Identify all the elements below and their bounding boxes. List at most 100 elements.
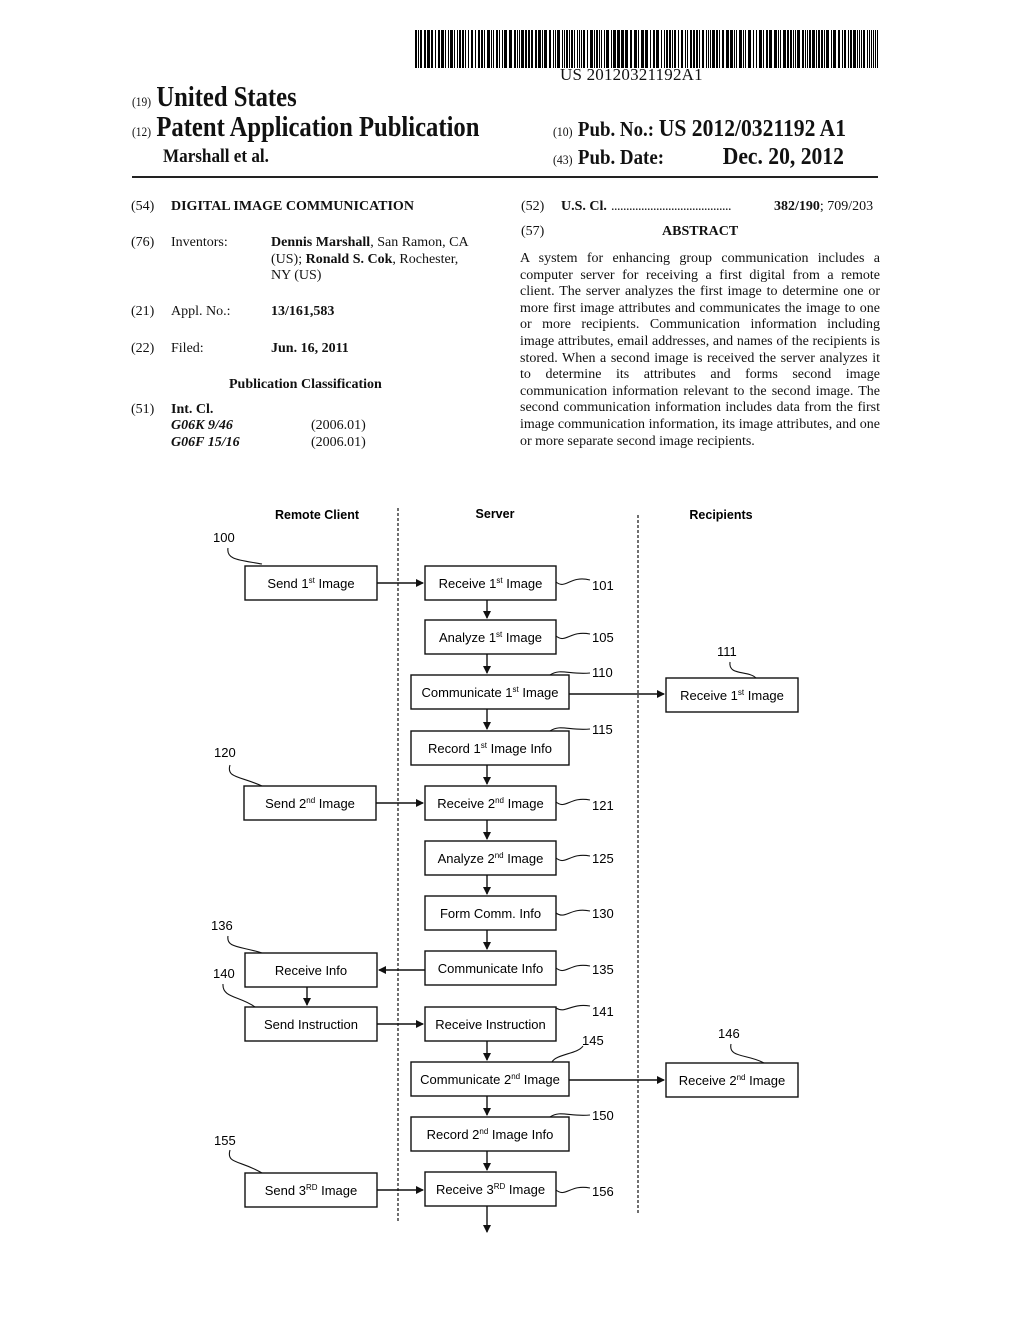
step-label-rest: Image xyxy=(744,688,784,703)
reference-numeral: 110 xyxy=(592,665,613,680)
step-label-superscript: nd xyxy=(479,1127,488,1136)
step-label-main: Send 2 xyxy=(265,796,306,811)
step-label: Analyze 1st Image xyxy=(439,630,542,645)
reference-numeral: 120 xyxy=(214,745,236,760)
step-label-main: Receive 2 xyxy=(679,1073,737,1088)
reference-leader xyxy=(555,632,591,640)
reference-leader xyxy=(555,1004,591,1011)
step-label-main: Form Comm. Info xyxy=(440,906,541,921)
appl-code: (21) xyxy=(131,304,155,319)
step-label-rest: Image Info xyxy=(487,741,552,756)
reference-leader xyxy=(555,798,591,806)
step-label-main: Send 3 xyxy=(265,1183,306,1198)
int-cl-label: Int. Cl. xyxy=(171,402,214,417)
filed-date: Jun. 16, 2011 xyxy=(271,341,349,356)
abstract-code: (57) xyxy=(521,224,545,239)
step-label: Communicate 1st Image xyxy=(421,685,558,700)
step-label: Analyze 2nd Image xyxy=(438,851,544,866)
step-label-main: Communicate Info xyxy=(438,961,544,976)
flow-step-recv3: Receive 3RD Image 156 xyxy=(424,1171,614,1207)
flow-step-rrecv2: Receive 2nd Image 146 xyxy=(665,1026,799,1098)
us-cl-secondary: ; 709/203 xyxy=(819,199,874,214)
flow-step-recv2: Receive 2nd Image 121 xyxy=(424,785,614,821)
us-cl-leader: ........................................ xyxy=(611,199,732,214)
step-label-rest: Image xyxy=(520,1072,560,1087)
inventor-2-location-cont: NY (US) xyxy=(271,268,322,283)
reference-numeral: 135 xyxy=(592,962,614,977)
step-label-main: Send Instruction xyxy=(264,1017,358,1032)
reference-leader xyxy=(227,547,263,565)
abstract-heading: ABSTRACT xyxy=(662,224,739,239)
step-label-main: Communicate 1 xyxy=(421,685,512,700)
reference-numeral: 100 xyxy=(213,530,235,545)
inventor-2-name: Ronald S. Cok xyxy=(305,251,393,267)
step-label: Receive 2nd Image xyxy=(437,796,543,811)
reference-numeral: 130 xyxy=(592,906,614,921)
step-label-rest: Image Info xyxy=(488,1127,553,1142)
reference-numeral: 155 xyxy=(214,1133,236,1148)
step-label: Record 1st Image Info xyxy=(428,741,552,756)
step-label: Communicate Info xyxy=(438,961,544,976)
publication-classification-heading: Publication Classification xyxy=(229,377,382,392)
inventors-label: Inventors: xyxy=(171,235,228,250)
abstract-text: A system for enhancing group communicati… xyxy=(520,251,880,449)
step-label: Receive Info xyxy=(275,963,347,978)
step-label: Receive 2nd Image xyxy=(679,1073,785,1088)
step-label: Record 2nd Image Info xyxy=(427,1127,554,1142)
reference-leader xyxy=(228,1149,263,1174)
reference-leader xyxy=(555,1186,591,1194)
step-label-rest: Image xyxy=(502,630,542,645)
reference-numeral: 156 xyxy=(592,1184,614,1199)
step-label-main: Receive Info xyxy=(275,963,347,978)
reference-leader xyxy=(729,661,757,679)
int-cl-version: (2006.01) xyxy=(311,435,366,450)
inventors-code: (76) xyxy=(131,235,155,250)
appl-label: Appl. No.: xyxy=(171,304,231,319)
step-label-main: Send 1 xyxy=(267,576,308,591)
filed-label: Filed: xyxy=(171,341,204,356)
reference-leader xyxy=(551,1045,584,1063)
step-label-main: Receive 3 xyxy=(436,1182,494,1197)
inventor-2-location: , Rochester, xyxy=(392,251,459,267)
step-label-superscript: RD xyxy=(306,1183,318,1192)
flow-step-send2: Send 2nd Image 120 xyxy=(214,745,377,821)
step-label: Form Comm. Info xyxy=(440,906,541,921)
flow-step-send3: Send 3RD Image 155 xyxy=(214,1133,378,1208)
reference-numeral: 141 xyxy=(592,1004,614,1019)
lane-heading-server: Server xyxy=(476,507,515,521)
step-label-main: Receive Instruction xyxy=(435,1017,546,1032)
step-label-rest: Image xyxy=(318,1183,358,1198)
reference-leader xyxy=(555,964,591,972)
reference-numeral: 140 xyxy=(213,966,235,981)
step-label-superscript: RD xyxy=(494,1182,506,1191)
us-cl-label: U.S. Cl. xyxy=(561,199,607,214)
step-label: Receive Instruction xyxy=(435,1017,546,1032)
reference-leader xyxy=(730,1043,765,1064)
step-label-superscript: nd xyxy=(306,796,315,805)
us-cl-primary: 382/190 xyxy=(774,199,820,214)
appl-number: 13/161,583 xyxy=(271,304,335,319)
step-label-main: Receive 1 xyxy=(680,688,738,703)
step-label-main: Analyze 1 xyxy=(439,630,496,645)
flow-step-rrecv1: Receive 1st Image 111 xyxy=(665,644,799,713)
step-label-rest: Image xyxy=(505,1182,545,1197)
lane-heading-remote-client: Remote Client xyxy=(275,508,360,522)
step-label-superscript: nd xyxy=(511,1072,520,1081)
flow-step-send1: Send 1st Image100 xyxy=(213,530,378,601)
reference-numeral: 136 xyxy=(211,918,233,933)
step-label-rest: Image xyxy=(315,796,355,811)
reference-numeral: 101 xyxy=(592,578,614,593)
lane-heading-recipients: Recipients xyxy=(689,508,752,522)
flow-step-comm2: Communicate 2nd Image 145 xyxy=(410,1033,604,1097)
flow-step-analyze1: Analyze 1st Image 105 xyxy=(424,619,614,655)
title-code: (54) xyxy=(131,199,155,214)
reference-numeral: 146 xyxy=(718,1026,740,1041)
flow-step-comminfo: Communicate Info 135 xyxy=(424,950,614,986)
flow-step-analyze2: Analyze 2nd Image 125 xyxy=(424,840,614,876)
step-label-rest: Image xyxy=(745,1073,785,1088)
reference-numeral: 105 xyxy=(592,630,614,645)
reference-numeral: 145 xyxy=(582,1033,604,1048)
step-label-rest: Image xyxy=(315,576,355,591)
inventor-1-name: Dennis Marshall xyxy=(271,235,371,250)
flow-step-recv1: Receive 1st Image 101 xyxy=(424,565,614,601)
